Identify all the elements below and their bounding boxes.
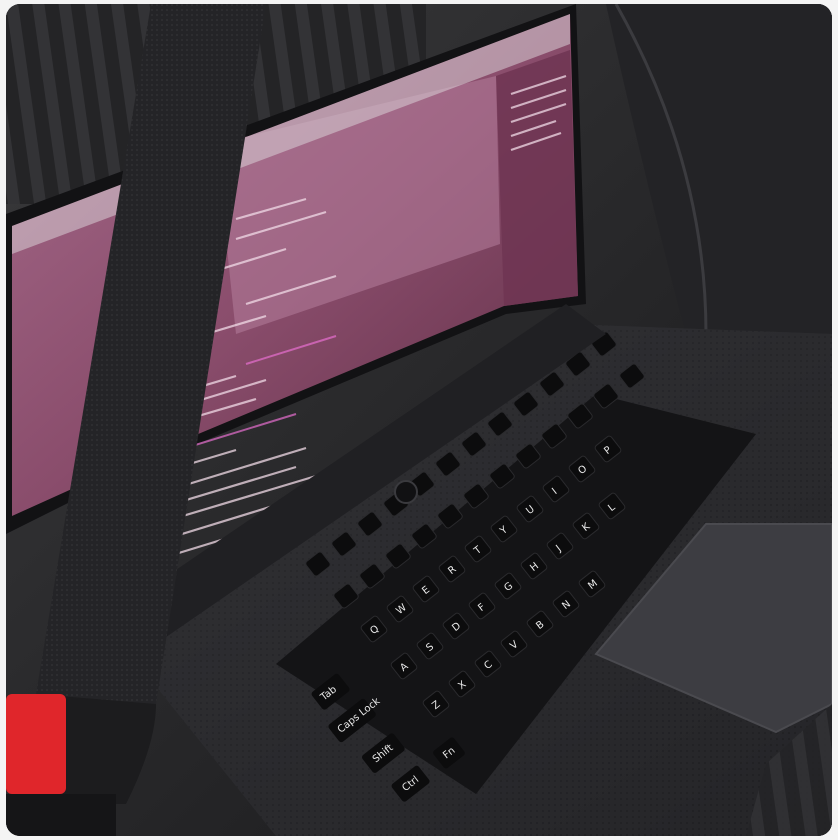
photo-scene: QWERTYUIOPASDFGHJKLZXCVBNM Caps Lock Shi… (6, 4, 832, 836)
screen-side-panel (496, 50, 578, 306)
photo-frame: QWERTYUIOPASDFGHJKLZXCVBNM Caps Lock Shi… (6, 4, 832, 836)
sleeve-snap-button (394, 480, 418, 504)
buckle-release-button (6, 694, 66, 794)
buckle-housing (6, 794, 116, 836)
